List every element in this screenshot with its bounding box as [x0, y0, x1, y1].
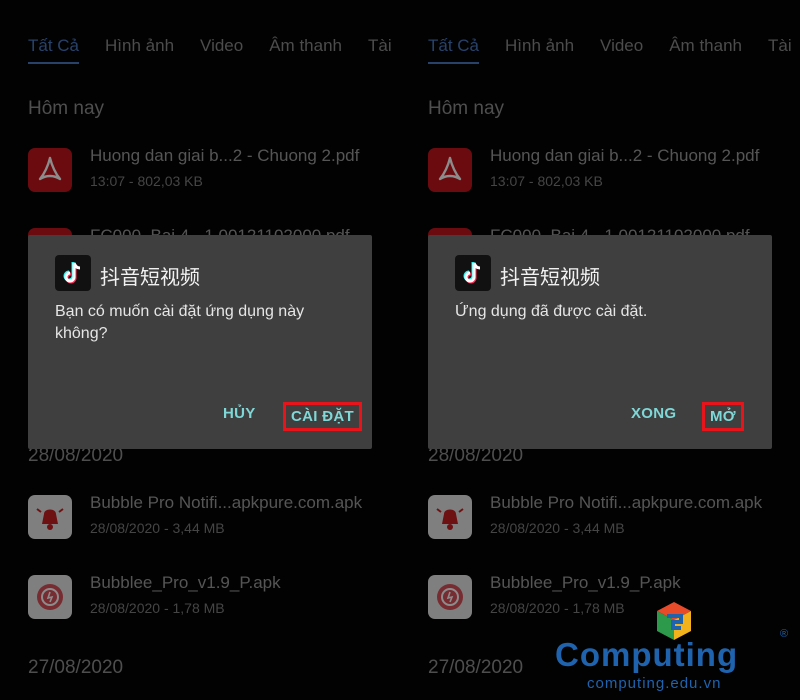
- file-manager-panel-installed: Tất Cả Hình ảnh Video Âm thanh Tài Hôm nay H…: [400, 0, 800, 700]
- computing-watermark: Computing ® computing.edu.vn: [555, 600, 795, 695]
- watermark-word: Computing: [555, 636, 739, 673]
- watermark-url: computing.edu.vn: [587, 675, 722, 692]
- tiktok-icon: [55, 255, 91, 291]
- dialog-title: 抖音短视频: [500, 267, 600, 289]
- dialog-message: Bạn có muốn cài đặt ứng dụng này không?: [55, 303, 305, 342]
- file-manager-panel-install: Tất Cả Hình ảnh Video Âm thanh Tài Hôm nay H…: [0, 0, 400, 700]
- cancel-button[interactable]: HỦY: [223, 405, 256, 422]
- install-dialog: 抖音短视频 Bạn có muốn cài đặt ứng dụng này k…: [28, 235, 372, 449]
- done-button[interactable]: XONG: [631, 405, 676, 422]
- tiktok-icon: [455, 255, 491, 291]
- open-button[interactable]: MỞ: [702, 402, 744, 431]
- dialog-message: Ứng dụng đã được cài đặt.: [455, 303, 648, 320]
- dialog-title: 抖音短视频: [100, 267, 200, 289]
- install-button[interactable]: CÀI ĐẶT: [283, 402, 362, 431]
- installed-dialog: 抖音短视频 Ứng dụng đã được cài đặt. XONG MỞ: [428, 235, 772, 449]
- registered-mark: ®: [780, 628, 789, 640]
